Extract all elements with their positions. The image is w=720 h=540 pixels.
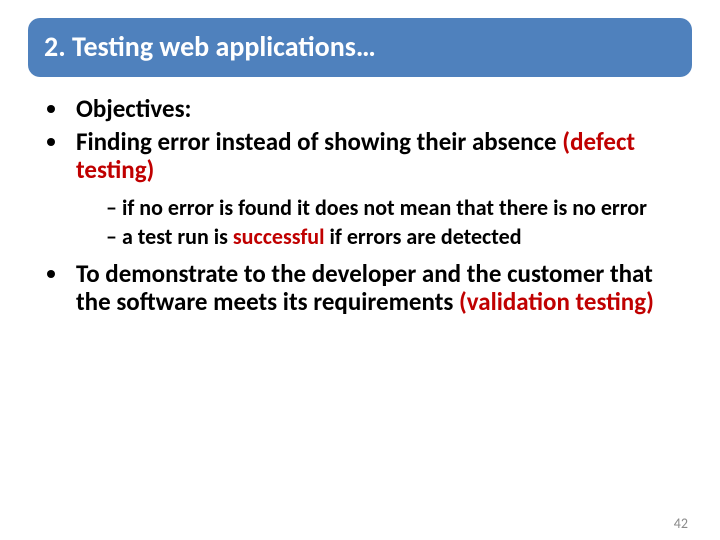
subbullet-text-b: if errors are detected	[325, 223, 522, 250]
bullet-text: Finding error instead of showing their a…	[76, 126, 557, 157]
subbullet-text-a: a test run is	[122, 223, 233, 250]
bullet-objectives: Objectives:	[70, 95, 680, 124]
subbullet-no-error: if no error is found it does not mean th…	[106, 195, 680, 220]
bullet-validation-testing: To demonstrate to the developer and the …	[70, 260, 680, 318]
page-number: 42	[674, 515, 688, 532]
bullet-text: Objectives:	[76, 93, 191, 124]
highlight-validation-testing: (validation testing)	[453, 286, 654, 317]
bullet-list-level2: if no error is found it does not mean th…	[76, 195, 680, 250]
bullet-defect-testing: Finding error instead of showing their a…	[70, 128, 680, 250]
slide: 2. Testing web applications… Objectives:…	[0, 18, 720, 540]
subbullet-text: if no error is found it does not mean th…	[122, 194, 647, 221]
subbullet-successful: a test run is successful if errors are d…	[106, 224, 680, 249]
slide-content: Objectives: Finding error instead of sho…	[40, 95, 680, 317]
slide-title: 2. Testing web applications…	[28, 18, 692, 77]
bullet-list-level1: Objectives: Finding error instead of sho…	[40, 95, 680, 317]
highlight-successful: successful	[233, 223, 325, 250]
